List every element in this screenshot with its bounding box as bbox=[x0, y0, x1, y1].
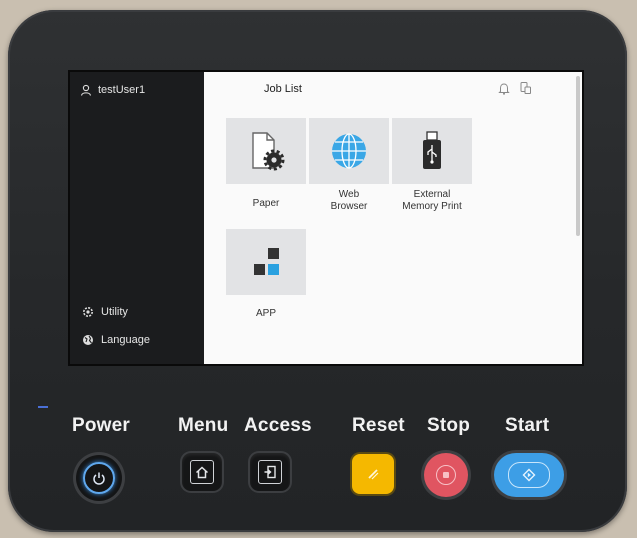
start-label: Start bbox=[505, 415, 550, 436]
stop-ring bbox=[436, 465, 456, 485]
power-icon bbox=[93, 472, 105, 485]
status-indicator-light bbox=[38, 406, 48, 408]
start-icon bbox=[522, 468, 536, 482]
access-icon bbox=[264, 465, 276, 479]
stop-label: Stop bbox=[427, 415, 471, 436]
reset-button[interactable] bbox=[352, 454, 394, 494]
reset-icon bbox=[368, 469, 379, 480]
stop-button[interactable] bbox=[424, 453, 468, 497]
start-ring bbox=[508, 462, 550, 488]
home-icon bbox=[195, 465, 209, 478]
hardware-controls: Power Menu Access Reset Stop Start bbox=[0, 0, 637, 538]
access-key-frame bbox=[258, 460, 282, 484]
power-ring bbox=[83, 462, 115, 494]
menu-label: Menu bbox=[178, 415, 229, 436]
power-button[interactable] bbox=[76, 455, 122, 501]
start-button[interactable] bbox=[494, 453, 564, 497]
access-label: Access bbox=[244, 415, 312, 436]
menu-key-frame bbox=[190, 460, 214, 484]
menu-button[interactable] bbox=[182, 453, 222, 491]
power-label: Power bbox=[72, 415, 131, 436]
access-button[interactable] bbox=[250, 453, 290, 491]
reset-label: Reset bbox=[352, 415, 405, 436]
stop-icon bbox=[443, 472, 449, 478]
